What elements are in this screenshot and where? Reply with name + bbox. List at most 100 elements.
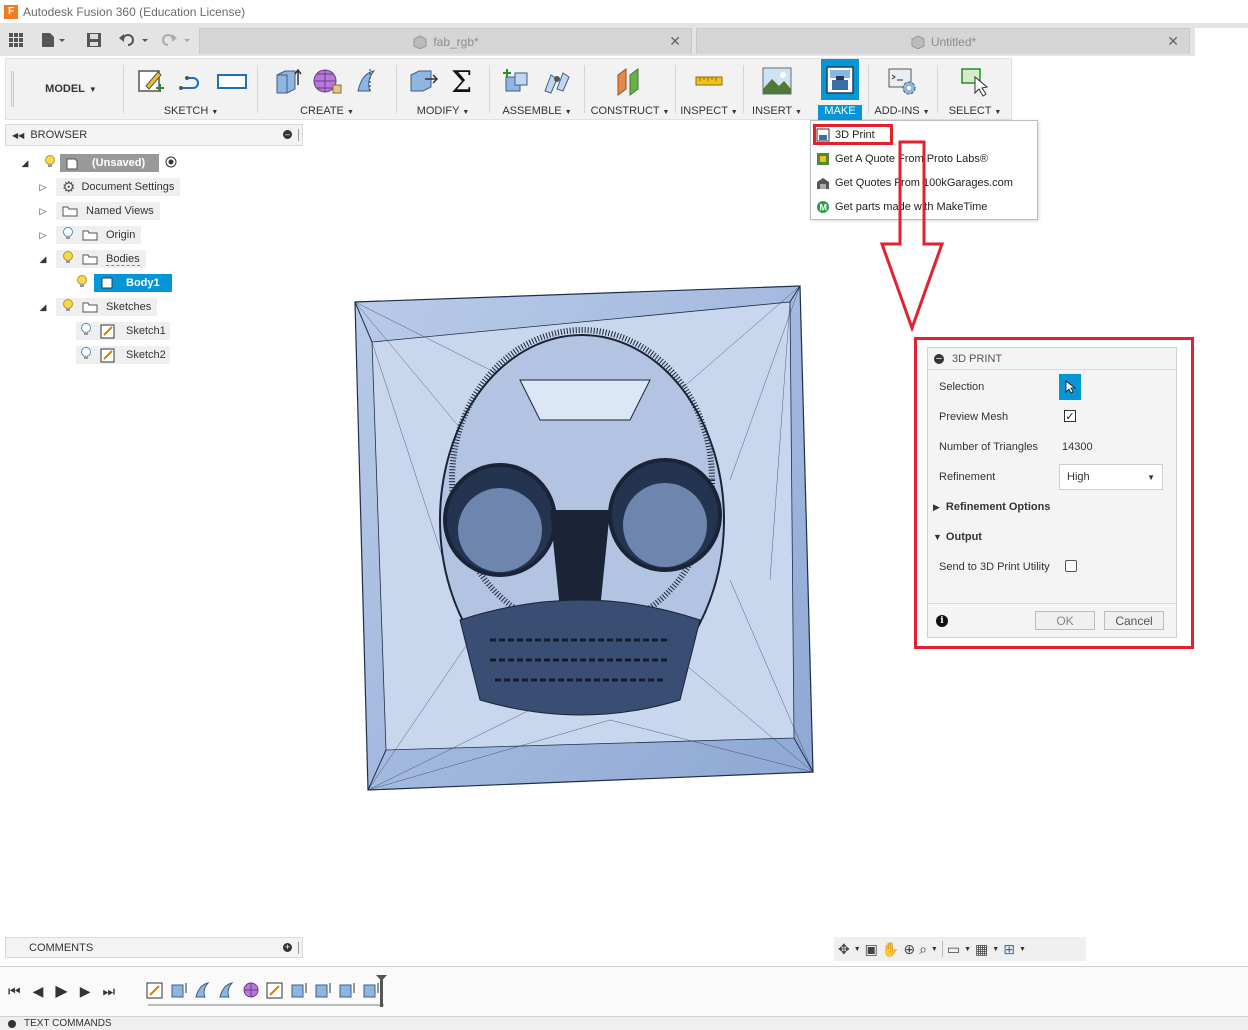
extrude-icon[interactable] xyxy=(271,64,303,98)
collapsed-triangle-icon[interactable]: ▷ xyxy=(38,206,48,216)
viewports-icon[interactable]: ⊞ xyxy=(1003,941,1015,958)
new-tab-area[interactable] xyxy=(1195,28,1248,56)
3d-print-icon[interactable] xyxy=(821,59,859,100)
tab-untitled[interactable]: Untitled* ✕ xyxy=(696,28,1190,54)
timeline-form-icon[interactable] xyxy=(242,981,260,1002)
new-component-icon[interactable] xyxy=(501,64,533,98)
lightbulb-on-icon[interactable] xyxy=(76,274,88,292)
tree-item-origin[interactable]: ▷ Origin xyxy=(38,225,142,245)
sigma-icon[interactable]: Σ xyxy=(447,64,479,98)
create-sketch-icon[interactable] xyxy=(135,64,167,98)
undo-button[interactable] xyxy=(118,31,152,49)
line-tool-icon[interactable] xyxy=(175,64,207,98)
modify-menu[interactable]: MODIFY ▼ xyxy=(398,105,488,117)
chevron-down-icon[interactable]: ▼ xyxy=(1019,946,1026,953)
pan-hand-icon[interactable]: ✋ xyxy=(882,941,899,958)
tree-item-sketch1[interactable]: Sketch1 xyxy=(76,321,170,341)
joint-icon[interactable] xyxy=(541,64,573,98)
chevron-down-icon[interactable]: ▼ xyxy=(992,946,999,953)
window-select-icon[interactable] xyxy=(959,64,991,98)
assemble-menu[interactable]: ASSEMBLE ▼ xyxy=(491,105,583,117)
expanded-triangle-icon[interactable]: ◢ xyxy=(38,302,48,312)
chevron-down-icon[interactable]: ▼ xyxy=(931,946,938,953)
timeline-sketch-icon[interactable] xyxy=(266,981,284,1002)
root-component[interactable]: (Unsaved) xyxy=(60,154,160,172)
orbit-icon[interactable]: ✥ xyxy=(838,941,850,958)
collapse-arrows-icon[interactable]: ◀◀ xyxy=(12,131,24,140)
offset-plane-icon[interactable] xyxy=(614,64,646,98)
expand-text-commands-icon[interactable] xyxy=(8,1019,16,1028)
tree-item-body1[interactable]: Body1 xyxy=(76,273,172,293)
toolbar-grip[interactable] xyxy=(11,71,14,107)
timeline-extrude-icon[interactable] xyxy=(290,981,308,1002)
save-button[interactable] xyxy=(86,31,102,49)
revolve-icon[interactable] xyxy=(351,64,383,98)
skip-to-end-icon[interactable]: ⏭ xyxy=(102,983,115,1000)
expanded-triangle-icon[interactable]: ◢ xyxy=(38,254,48,264)
insert-image-icon[interactable] xyxy=(761,64,793,98)
timeline-revolve-icon[interactable] xyxy=(194,981,212,1002)
workspace-switcher[interactable]: MODEL ▼ xyxy=(18,59,124,119)
panel-grip[interactable] xyxy=(298,942,300,954)
lightbulb-on-icon[interactable] xyxy=(44,154,56,172)
display-settings-icon[interactable]: ▭ xyxy=(947,941,960,958)
timeline-extrude-icon[interactable] xyxy=(314,981,332,1002)
measure-icon[interactable] xyxy=(693,64,725,98)
addins-menu[interactable]: ADD-INS ▼ xyxy=(870,105,934,117)
fit-icon[interactable]: ⌕ xyxy=(919,941,927,958)
timeline-revolve-icon[interactable] xyxy=(218,981,236,1002)
play-icon[interactable]: ▶ xyxy=(55,981,67,1001)
chevron-down-icon[interactable]: ▼ xyxy=(964,946,971,953)
panel-grip[interactable] xyxy=(298,129,300,141)
lightbulb-off-icon[interactable] xyxy=(80,346,92,364)
grid-settings-icon[interactable]: ▦ xyxy=(975,941,988,958)
timeline-marker[interactable] xyxy=(380,977,383,1007)
step-back-icon[interactable]: ◀ xyxy=(33,983,44,1000)
close-tab-icon[interactable]: ✕ xyxy=(1167,33,1179,50)
chevron-down-icon[interactable]: ▼ xyxy=(854,946,861,953)
rectangle-tool-icon[interactable] xyxy=(215,64,247,98)
collapsed-triangle-icon[interactable]: ▷ xyxy=(38,182,48,192)
expanded-triangle-icon[interactable]: ◢ xyxy=(20,158,30,168)
look-at-icon[interactable]: ▣ xyxy=(865,941,878,958)
sketch-menu[interactable]: SKETCH ▼ xyxy=(126,105,256,117)
scripts-addins-icon[interactable] xyxy=(886,64,918,98)
comments-bar[interactable]: COMMENTS + xyxy=(5,937,303,958)
tree-item-sketch2[interactable]: Sketch2 xyxy=(76,345,170,365)
data-panel-button[interactable] xyxy=(8,31,24,49)
3d-model-viewport[interactable] xyxy=(350,280,820,795)
activate-radio-icon[interactable] xyxy=(165,156,177,171)
tree-root[interactable]: ◢ (Unsaved) xyxy=(20,153,177,173)
insert-menu[interactable]: INSERT ▼ xyxy=(745,105,809,117)
lightbulb-on-icon[interactable] xyxy=(62,250,74,268)
text-commands-bar[interactable]: TEXT COMMANDS xyxy=(0,1016,1248,1030)
lightbulb-on-icon[interactable] xyxy=(62,298,74,316)
step-forward-icon[interactable]: ▶ xyxy=(80,983,91,1000)
inspect-menu[interactable]: INSPECT ▼ xyxy=(677,105,741,117)
close-tab-icon[interactable]: ✕ xyxy=(669,33,681,50)
tree-item-document-settings[interactable]: ▷ ⚙ Document Settings xyxy=(38,177,181,197)
collapse-panel-icon[interactable]: – xyxy=(283,130,292,139)
body1-selected[interactable]: Body1 xyxy=(94,274,172,292)
select-menu[interactable]: SELECT ▼ xyxy=(939,105,1011,117)
press-pull-icon[interactable] xyxy=(407,64,439,98)
browser-header[interactable]: ◀◀ BROWSER – xyxy=(5,124,303,146)
collapsed-triangle-icon[interactable]: ▷ xyxy=(38,230,48,240)
make-menu-button[interactable]: MAKE ▼ xyxy=(818,105,862,129)
lightbulb-off-icon[interactable] xyxy=(62,226,74,244)
timeline-sketch-icon[interactable] xyxy=(146,981,164,1002)
lightbulb-off-icon[interactable] xyxy=(80,322,92,340)
tab-fab-rgb[interactable]: fab_rgb* ✕ xyxy=(199,28,692,54)
timeline-extrude-icon[interactable] xyxy=(170,981,188,1002)
create-menu[interactable]: CREATE ▼ xyxy=(259,105,395,117)
expand-comments-icon[interactable]: + xyxy=(283,943,292,952)
tree-item-named-views[interactable]: ▷ Named Views xyxy=(38,201,160,221)
form-icon[interactable] xyxy=(311,64,343,98)
construct-menu[interactable]: CONSTRUCT ▼ xyxy=(586,105,674,117)
timeline-extrude-icon[interactable] xyxy=(362,981,380,1002)
tree-item-bodies[interactable]: ◢ Bodies xyxy=(38,249,146,269)
redo-button[interactable] xyxy=(160,31,194,49)
zoom-icon[interactable]: ⊕ xyxy=(903,941,915,958)
skip-to-start-icon[interactable]: ⏮ xyxy=(8,983,21,1000)
file-menu-button[interactable] xyxy=(40,31,66,49)
